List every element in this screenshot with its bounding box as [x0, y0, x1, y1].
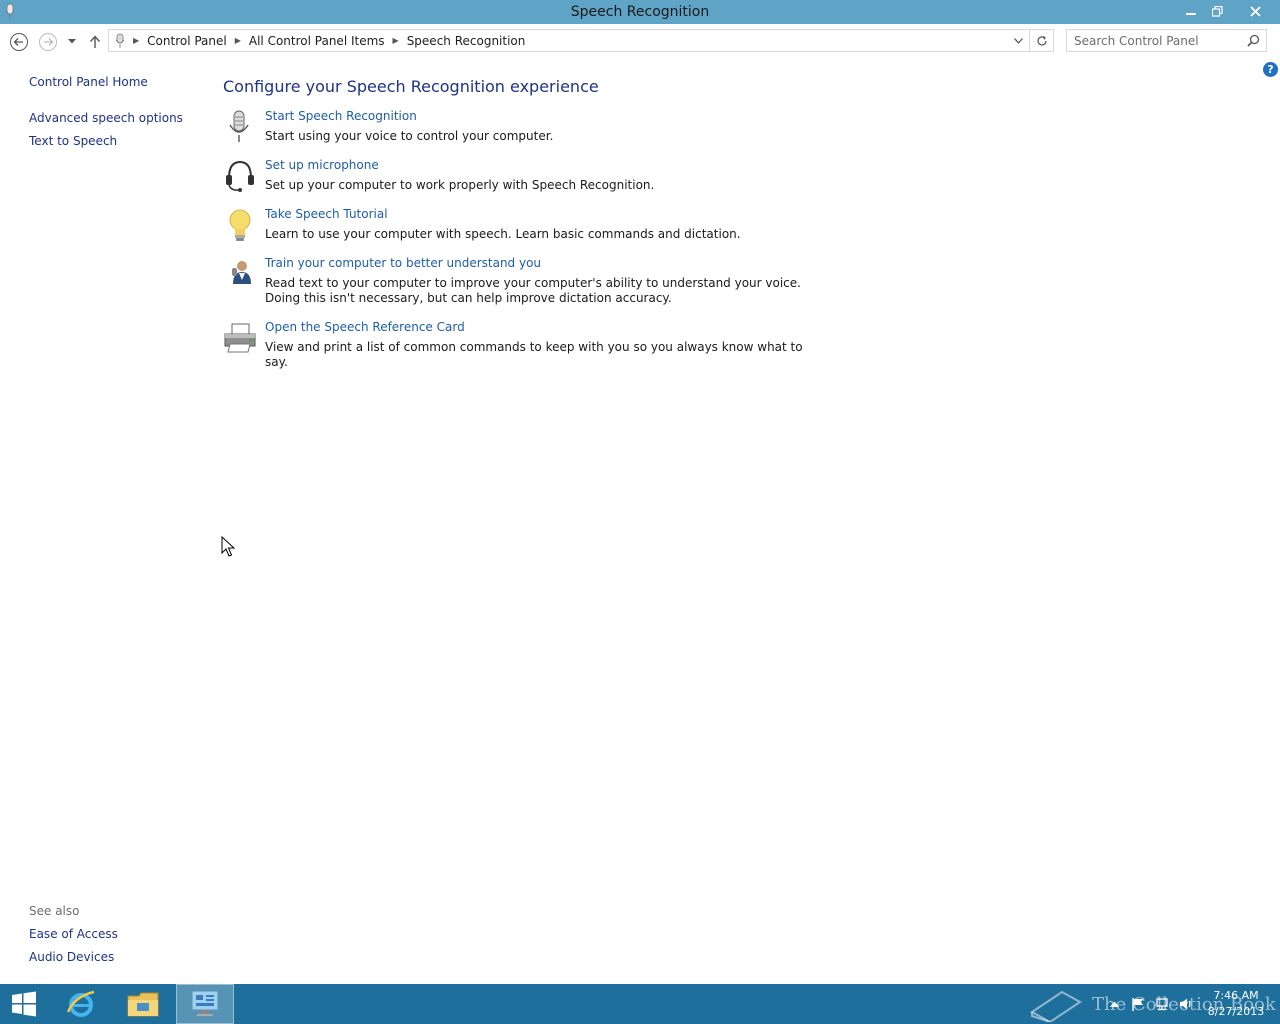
ease-of-access-link[interactable]: Ease of Access — [29, 927, 118, 941]
task-description: Read text to your computer to improve yo… — [265, 276, 801, 305]
set-up-microphone-link[interactable]: Set up microphone — [265, 158, 379, 172]
printer-icon — [224, 323, 256, 353]
task-description: Start using your voice to control your c… — [265, 129, 554, 143]
volume-button[interactable] — [1176, 984, 1196, 1024]
file-explorer-button[interactable] — [118, 984, 168, 1024]
internet-explorer-icon — [66, 990, 95, 1017]
breadcrumb-all-control-panel-items[interactable]: All Control Panel Items — [243, 34, 391, 48]
back-arrow-icon — [10, 33, 28, 51]
task-set-up-microphone: Set up microphone Set up your computer t… — [223, 158, 823, 198]
text-to-speech-link[interactable]: Text to Speech — [29, 134, 117, 148]
open-speech-reference-card-link[interactable]: Open the Speech Reference Card — [265, 320, 465, 334]
recent-locations-button[interactable] — [62, 31, 82, 53]
microphone-icon — [229, 110, 249, 142]
speaker-icon — [1180, 998, 1191, 1010]
mouse-cursor-icon — [221, 536, 235, 557]
headset-icon — [226, 160, 254, 192]
action-center-button[interactable] — [1128, 984, 1148, 1024]
task-start-speech-recognition: Start Speech Recognition Start using you… — [223, 109, 823, 149]
minimize-button[interactable] — [1178, 0, 1204, 22]
clock-time: 7:46 AM — [1213, 989, 1259, 1002]
chevron-down-icon — [68, 39, 76, 44]
close-icon — [1249, 5, 1261, 17]
close-button[interactable] — [1232, 0, 1278, 22]
forward-button[interactable] — [37, 31, 59, 53]
search-box[interactable] — [1066, 29, 1267, 52]
train-your-computer-link[interactable]: Train your computer to better understand… — [265, 256, 541, 270]
restore-button[interactable] — [1204, 0, 1230, 22]
advanced-speech-options-link[interactable]: Advanced speech options — [29, 111, 183, 125]
breadcrumb-separator[interactable]: ▶ — [391, 36, 401, 45]
chevron-up-icon — [1109, 1001, 1119, 1007]
lightbulb-icon — [229, 209, 251, 241]
flag-icon — [1132, 998, 1143, 1011]
network-button[interactable] — [1152, 984, 1172, 1024]
breadcrumb-control-panel[interactable]: Control Panel — [141, 34, 233, 48]
breadcrumb-speech-recognition[interactable]: Speech Recognition — [401, 34, 532, 48]
folder-icon — [127, 992, 159, 1017]
network-icon — [1156, 998, 1168, 1011]
search-icon[interactable] — [1247, 34, 1260, 47]
up-arrow-icon — [89, 35, 101, 48]
show-hidden-icons-button[interactable] — [1106, 984, 1122, 1024]
control-panel-icon — [191, 990, 219, 1016]
audio-devices-link[interactable]: Audio Devices — [29, 950, 114, 964]
clock-date: 8/27/2013 — [1207, 1005, 1265, 1018]
internet-explorer-button[interactable] — [56, 984, 106, 1024]
help-button[interactable]: ? — [1263, 62, 1278, 77]
control-panel-home-link[interactable]: Control Panel Home — [29, 75, 148, 89]
task-description: View and print a list of common commands… — [265, 340, 803, 369]
address-bar[interactable]: ▶ Control Panel ▶ All Control Panel Item… — [108, 29, 1054, 52]
breadcrumb-separator[interactable]: ▶ — [233, 36, 243, 45]
left-pane: Control Panel Home Advanced speech optio… — [0, 58, 205, 984]
chevron-down-icon — [1013, 37, 1023, 44]
task-description: Set up your computer to work properly wi… — [265, 178, 655, 192]
task-open-speech-reference-card: Open the Speech Reference Card View and … — [223, 320, 823, 369]
search-input[interactable] — [1067, 30, 1243, 51]
address-dropdown-button[interactable] — [1010, 30, 1026, 51]
breadcrumb: ▶ Control Panel ▶ All Control Panel Item… — [131, 30, 531, 51]
control-panel-taskbar-button[interactable] — [176, 984, 234, 1024]
title-bar: Speech Recognition — [0, 0, 1280, 24]
user-speech-icon — [232, 261, 251, 284]
refresh-icon — [1036, 35, 1047, 45]
task-description: Learn to use your computer with speech. … — [265, 227, 741, 241]
start-button[interactable] — [0, 984, 48, 1024]
forward-arrow-icon — [39, 33, 57, 51]
up-button[interactable] — [84, 31, 106, 53]
refresh-button[interactable] — [1029, 30, 1053, 51]
page-title: Configure your Speech Recognition experi… — [223, 77, 599, 96]
take-speech-tutorial-link[interactable]: Take Speech Tutorial — [265, 207, 388, 221]
taskbar: The Collection Book 7:46 AM 8/27/2013 — [0, 984, 1280, 1024]
start-speech-recognition-link[interactable]: Start Speech Recognition — [265, 109, 417, 123]
book-logo-icon — [1030, 990, 1082, 1022]
windows-logo-icon — [12, 991, 36, 1017]
see-also-heading: See also — [29, 904, 80, 918]
task-take-speech-tutorial: Take Speech Tutorial Learn to use your c… — [223, 207, 823, 247]
breadcrumb-separator[interactable]: ▶ — [131, 36, 141, 45]
restore-icon — [1211, 5, 1223, 17]
microphone-icon — [115, 33, 125, 48]
clock[interactable]: 7:46 AM 8/27/2013 — [1196, 988, 1276, 1020]
minimize-icon — [1186, 13, 1196, 15]
task-train-your-computer: Train your computer to better understand… — [223, 256, 823, 312]
back-button[interactable] — [8, 31, 30, 53]
window-title: Speech Recognition — [570, 4, 710, 20]
